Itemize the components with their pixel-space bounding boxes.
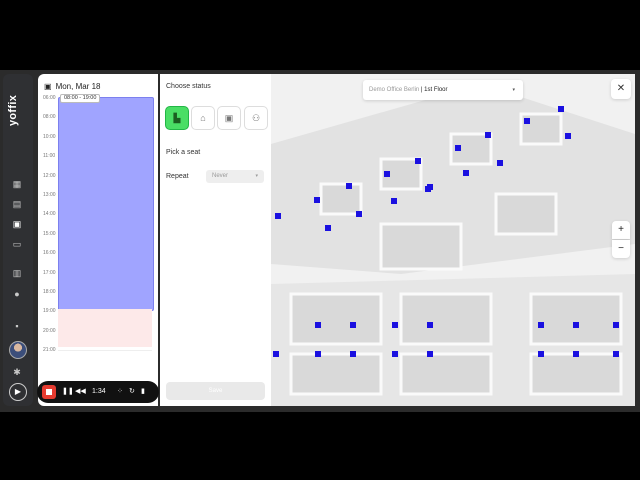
pick-seat-label: Pick a seat <box>166 149 201 156</box>
seat-marker[interactable] <box>427 184 433 190</box>
seat-marker[interactable] <box>613 351 619 357</box>
gear-icon[interactable]: ✱ <box>11 367 23 377</box>
seat-marker[interactable] <box>427 351 433 357</box>
seat-marker[interactable] <box>463 170 469 176</box>
hour-label: 14:00 <box>43 211 56 218</box>
seat-marker[interactable] <box>538 322 544 328</box>
status-absence-button[interactable]: ▣ <box>217 106 241 130</box>
calendar-header: ▣ Mon, Mar 18 <box>44 82 100 91</box>
seat-marker[interactable] <box>392 322 398 328</box>
day-calendar: ▣ Mon, Mar 18 06:00 08:00 10:00 11:00 12:00 13… <box>38 74 158 406</box>
hour-label: 21:00 <box>43 347 56 354</box>
hour-label: 15:00 <box>43 230 56 237</box>
seat-marker[interactable] <box>497 160 503 166</box>
hour-label: 19:00 <box>43 308 56 315</box>
seat-marker[interactable] <box>573 351 579 357</box>
close-button[interactable]: ✕ <box>611 79 631 99</box>
seat-marker[interactable] <box>392 351 398 357</box>
seat-marker[interactable] <box>415 158 421 164</box>
grid-icon[interactable]: ⁘ <box>117 387 123 397</box>
repeat-label: Repeat <box>166 173 189 180</box>
hour-label: 11:00 <box>43 153 56 160</box>
hour-label: 10:00 <box>43 133 56 140</box>
choose-status-title: Choose status <box>166 83 211 90</box>
calendar-icon[interactable]: ▣ <box>11 219 23 229</box>
layout-icon[interactable]: ▦ <box>11 179 23 189</box>
repeat-select[interactable]: Never ▾ <box>206 170 264 183</box>
save-button[interactable]: Save <box>166 382 265 400</box>
seat-marker[interactable] <box>314 197 320 203</box>
floor-name: 1st Floor <box>424 87 448 93</box>
recording-time: 1:34 <box>92 388 106 395</box>
calendar-small-icon: ▣ <box>44 82 52 91</box>
seat-marker[interactable] <box>384 171 390 177</box>
seat-marker[interactable] <box>315 351 321 357</box>
floor-plan <box>271 74 635 406</box>
chat-icon[interactable]: ▭ <box>11 239 23 249</box>
hour-gridline <box>58 350 152 352</box>
calendar-date: Mon, Mar 18 <box>55 82 101 91</box>
seat-marker[interactable] <box>346 183 352 189</box>
office-name: Demo Office Berlin <box>369 87 420 93</box>
status-meeting-button[interactable]: ⚇ <box>244 106 268 130</box>
building-icon[interactable]: ▥ <box>11 268 23 278</box>
zoom-in-button[interactable]: + <box>612 221 630 239</box>
seat-marker[interactable] <box>485 132 491 138</box>
status-home-button[interactable]: ⌂ <box>191 106 215 130</box>
seat-marker[interactable] <box>391 198 397 204</box>
app-logo: yoffix <box>7 94 19 126</box>
hour-label: 13:00 <box>43 192 56 198</box>
hour-label: 18:00 <box>43 289 56 295</box>
seat-marker[interactable] <box>524 118 530 124</box>
hour-label: 16:00 <box>43 250 56 257</box>
booking-panel: Choose status ▙ ⌂ ▣ ⚇ Pick a seat Repeat… <box>160 74 271 406</box>
seat-marker[interactable] <box>427 322 433 328</box>
seat-marker[interactable] <box>565 133 571 139</box>
seat-marker[interactable] <box>356 211 362 217</box>
booking-event[interactable] <box>58 97 154 311</box>
chevron-down-icon: ▾ <box>512 87 515 93</box>
rewind-icon[interactable]: ◀◀ <box>75 387 86 397</box>
seat-marker[interactable] <box>558 106 564 112</box>
unavailable-slot <box>58 309 152 347</box>
hour-label: 06:00 <box>43 95 56 101</box>
event-time-label: 08:00 - 19:00 <box>60 94 101 103</box>
inbox-icon[interactable]: ▪ <box>11 321 23 331</box>
floor-map[interactable]: Demo Office Berlin | 1st Floor ▾ ✕ + − <box>271 74 635 406</box>
stop-button[interactable] <box>42 385 56 399</box>
seat-marker[interactable] <box>350 322 356 328</box>
people-icon[interactable]: ● <box>11 289 23 299</box>
book-icon[interactable]: ▤ <box>11 199 23 209</box>
camera-icon[interactable]: ▶ <box>9 383 27 401</box>
hour-label: 12:00 <box>43 172 56 179</box>
restart-icon[interactable]: ↻ <box>129 387 135 397</box>
seat-marker[interactable] <box>573 322 579 328</box>
chevron-down-icon: ▾ <box>255 173 258 179</box>
seat-marker[interactable] <box>325 225 331 231</box>
avatar[interactable] <box>9 341 27 359</box>
hour-label: 20:00 <box>43 327 56 334</box>
seat-marker[interactable] <box>455 145 461 151</box>
trash-icon[interactable]: ▮ <box>141 387 145 397</box>
pause-icon[interactable]: ❚❚ <box>62 387 74 397</box>
hour-label: 17:00 <box>43 269 56 276</box>
zoom-out-button[interactable]: − <box>612 240 630 258</box>
hour-label: 08:00 <box>43 114 56 121</box>
status-office-button[interactable]: ▙ <box>165 106 189 130</box>
seat-marker[interactable] <box>315 322 321 328</box>
seat-marker[interactable] <box>350 351 356 357</box>
seat-marker[interactable] <box>538 351 544 357</box>
recording-toolbar: ❚❚ ◀◀ 1:34 ⁘ ↻ ▮ <box>37 381 159 403</box>
floor-selector[interactable]: Demo Office Berlin | 1st Floor ▾ <box>363 80 523 100</box>
repeat-value: Never <box>212 173 229 179</box>
seat-marker[interactable] <box>275 213 281 219</box>
seat-marker[interactable] <box>613 322 619 328</box>
seat-marker[interactable] <box>273 351 279 357</box>
